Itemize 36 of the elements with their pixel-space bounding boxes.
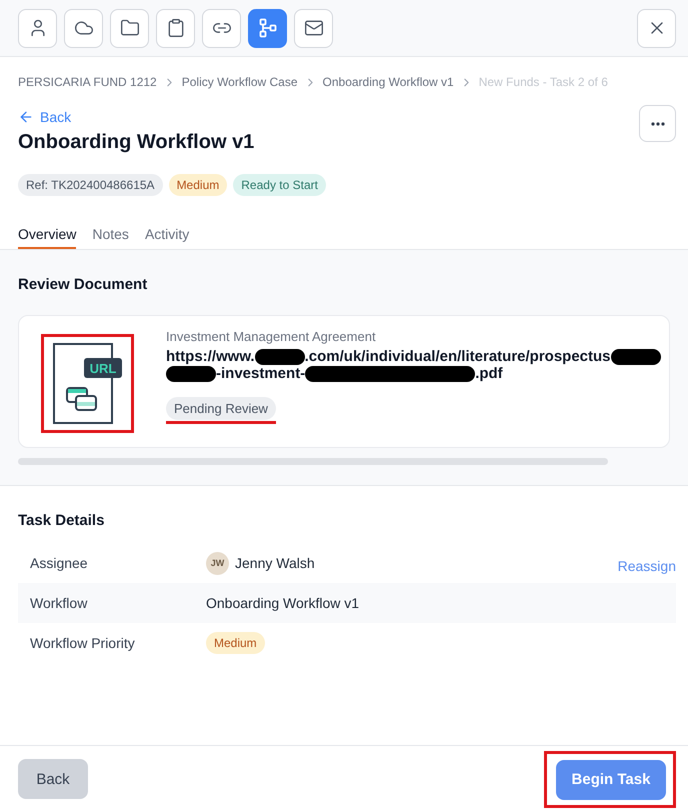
back-button[interactable]: Back	[18, 759, 88, 799]
close-button[interactable]	[637, 8, 676, 48]
avatar: JW	[206, 552, 229, 574]
section-heading: Review Document	[18, 276, 148, 293]
tab[interactable]: Activity	[144, 226, 190, 249]
detail-value: Onboarding Workflow v1	[206, 595, 360, 611]
redaction-mark	[610, 349, 661, 366]
breadcrumb-item[interactable]: Policy Workflow Case	[182, 75, 298, 89]
folder-icon	[120, 18, 140, 38]
priority-badge: Medium	[206, 632, 265, 654]
status-badge: Pending Review	[166, 397, 276, 420]
priority-badge: Medium	[168, 174, 228, 196]
detail-label: Workflow Priority	[30, 635, 136, 651]
scrollbar[interactable]	[18, 458, 608, 465]
redaction-mark	[166, 366, 216, 382]
document-name: Investment Management Agreement	[166, 329, 377, 344]
begin-task-button[interactable]: Begin Task	[556, 760, 666, 800]
detail-value: Jenny Walsh	[235, 555, 315, 571]
breadcrumb-item[interactable]: Onboarding Workflow v1	[322, 75, 454, 89]
detail-label: Assignee	[30, 555, 89, 571]
back-link[interactable]: Back	[18, 109, 254, 125]
breadcrumb-item[interactable]: PERSICARIA FUND 1212	[18, 75, 157, 89]
workflow-icon	[258, 18, 278, 38]
page-title: Onboarding Workflow v1	[18, 131, 254, 154]
status-badge: Ready to Start	[233, 174, 326, 196]
tab[interactable]: Notes	[92, 226, 129, 249]
mail-icon	[304, 18, 324, 38]
more-icon	[650, 122, 664, 126]
document-url: https://www. .com/uk/individual/en/literature/prospectus -investment- .pdf	[166, 348, 669, 382]
reassign-link[interactable]: Reassign	[618, 558, 676, 574]
detail-label: Workflow	[30, 595, 88, 611]
clipboard-icon	[166, 18, 186, 38]
section-heading: Task Details	[18, 512, 106, 529]
toolbar-button[interactable]	[248, 8, 287, 48]
reference-tag: Ref: TK202400486615A	[18, 174, 163, 196]
breadcrumb-item: New Funds - Task 2 of 6	[478, 75, 608, 89]
